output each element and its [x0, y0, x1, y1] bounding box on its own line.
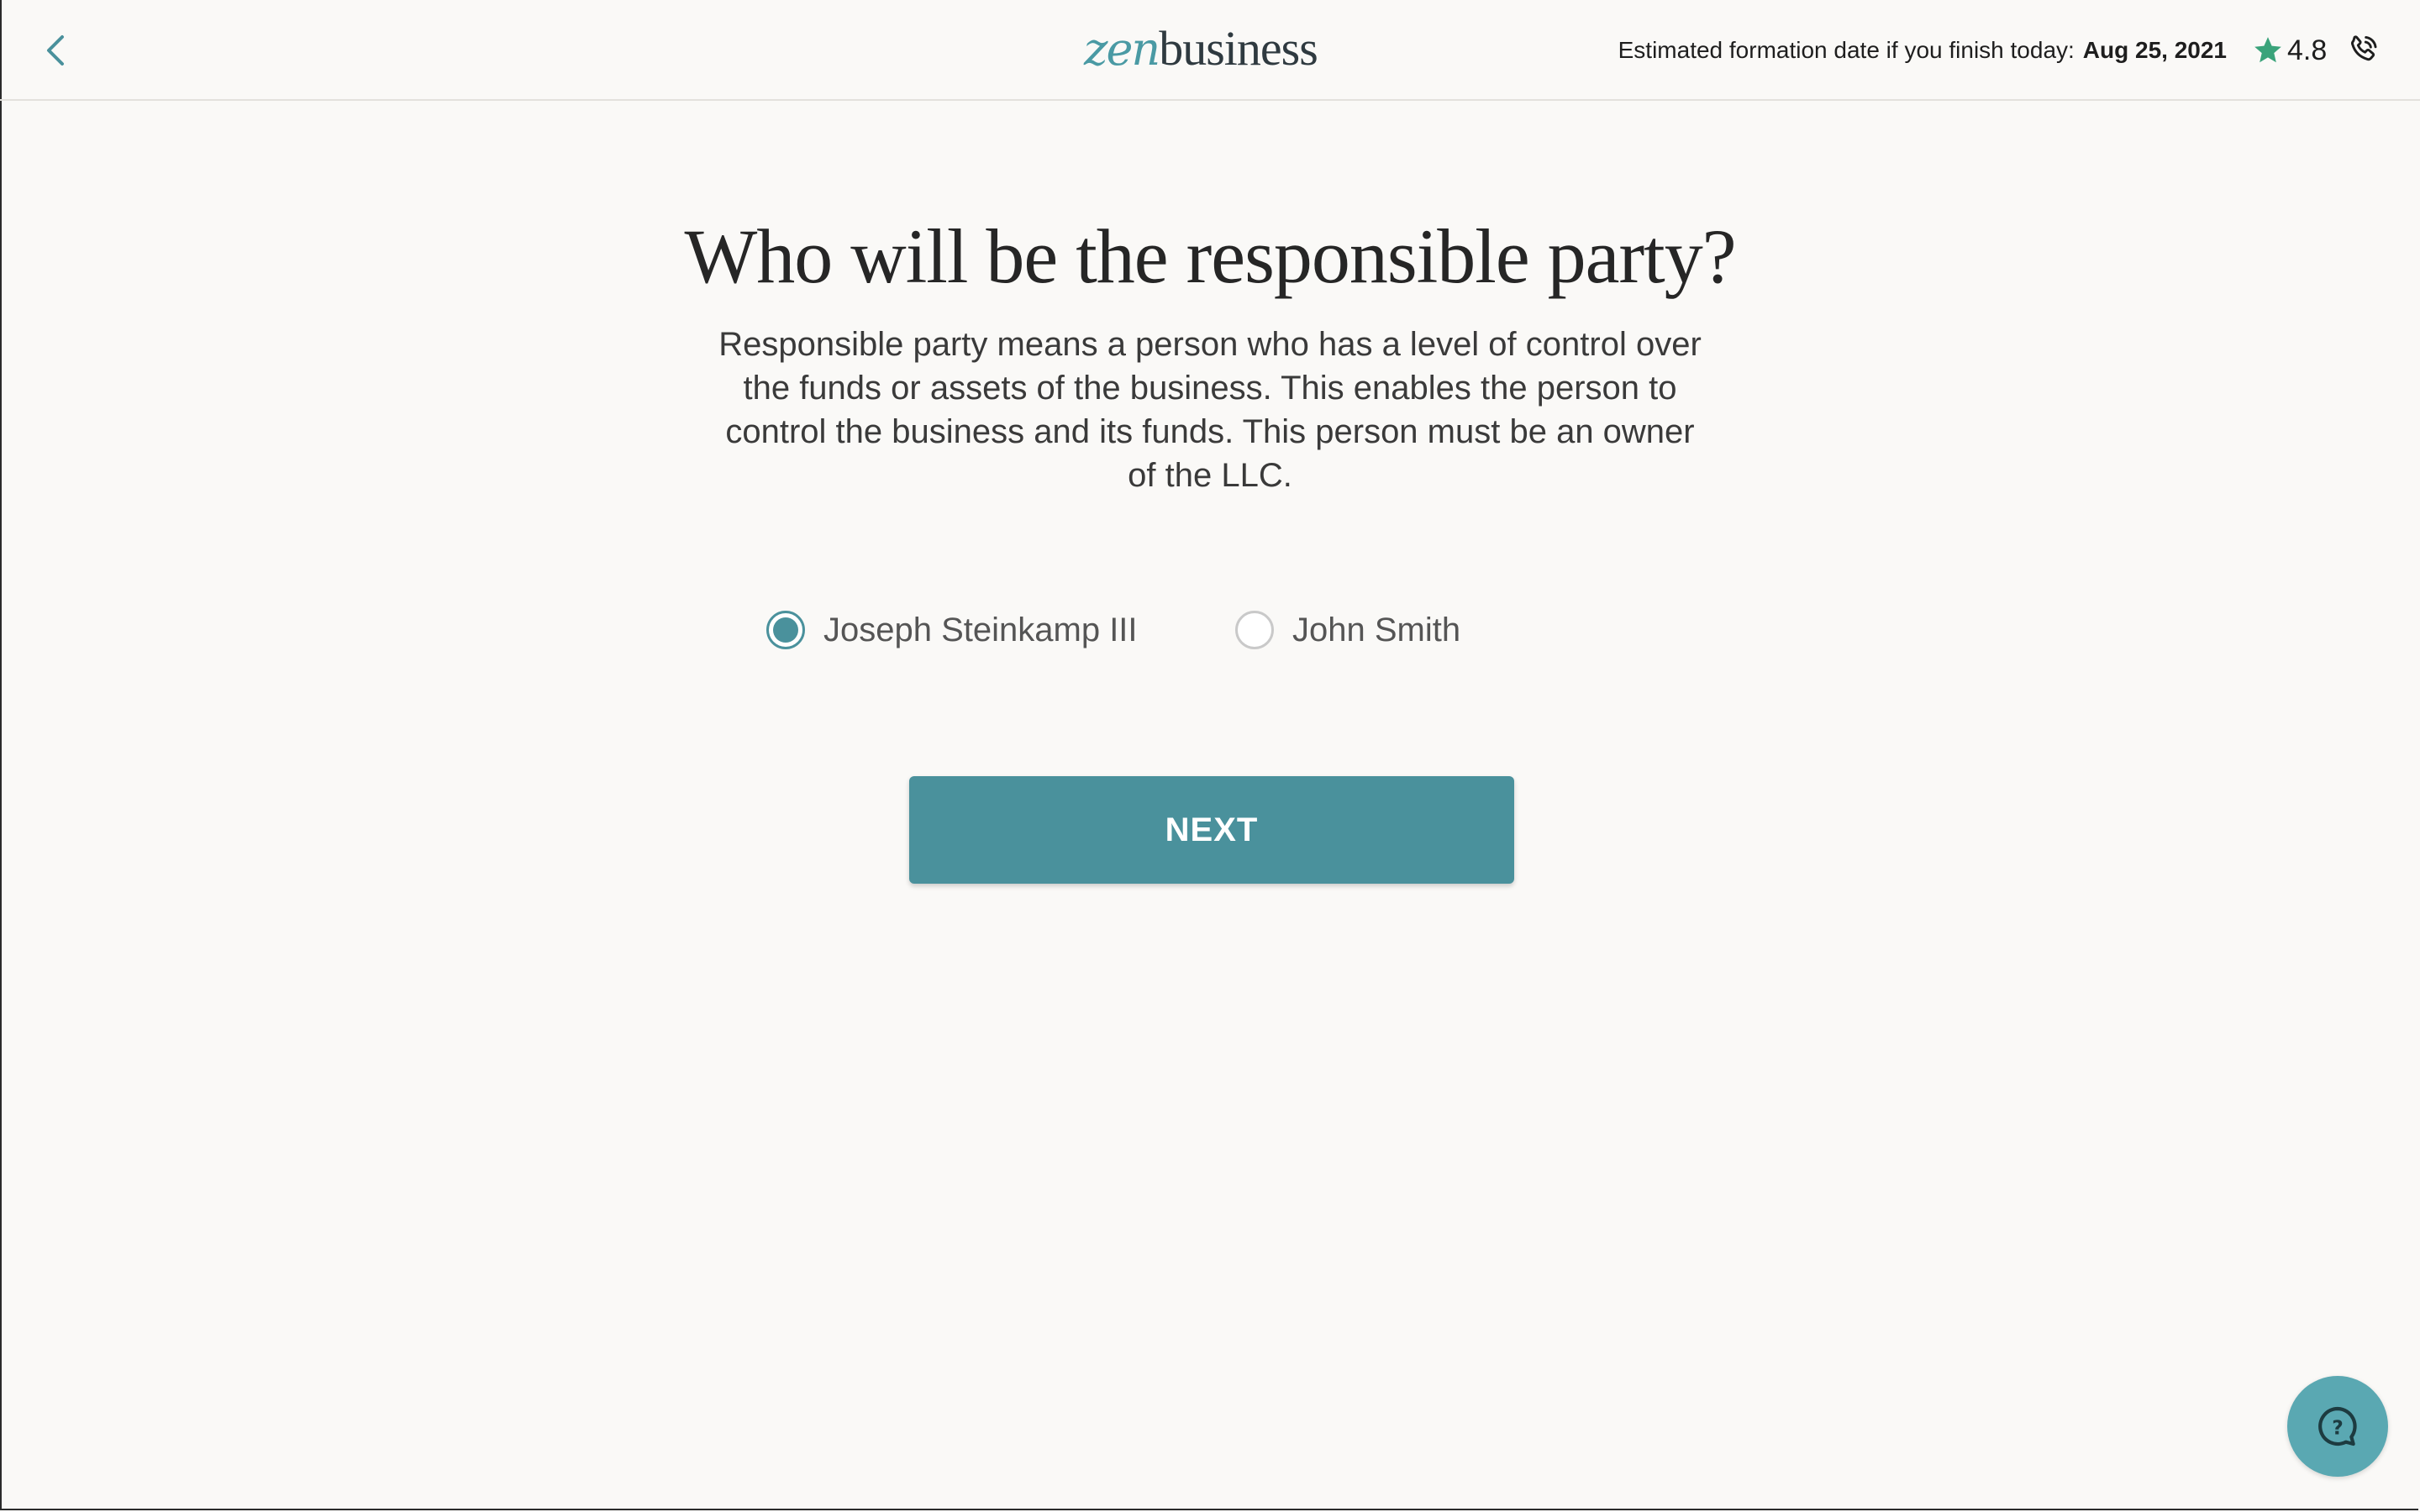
estimate-date: Aug 25, 2021 [2082, 37, 2227, 63]
star-icon [2254, 37, 2281, 63]
phone-icon [2351, 35, 2377, 61]
help-chat-button[interactable]: ? [2287, 1376, 2388, 1477]
zenbusiness-logo[interactable]: zen business [1084, 18, 1353, 79]
phone-button[interactable] [2344, 32, 2381, 69]
option-label: Joseph Steinkamp III [823, 611, 1138, 648]
radio-button-selected[interactable] [766, 611, 805, 649]
svg-text:?: ? [2332, 1415, 2344, 1439]
rating-value: 4.8 [2287, 34, 2328, 66]
next-button[interactable]: NEXT [909, 776, 1514, 884]
page-title: Who will be the responsible party? [684, 213, 1736, 299]
back-button[interactable] [39, 29, 72, 72]
rating: 4.8 [2252, 30, 2327, 71]
estimate-label: Estimated formation date if you finish t… [1618, 37, 2075, 63]
logo-zen: zen [1084, 23, 1160, 76]
page-description: Responsible party means a person who has… [718, 326, 1702, 494]
responsible-party-options: Joseph Steinkamp III John Smith [0, 605, 2420, 655]
option-joseph-steinkamp[interactable]: Joseph Steinkamp III [766, 605, 1138, 655]
radio-button[interactable] [1235, 611, 1274, 649]
top-header: zen business Estimated formation date if… [0, 0, 2420, 101]
option-john-smith[interactable]: John Smith [1235, 605, 1460, 655]
logo-business: business [1159, 21, 1318, 76]
chevron-left-icon [47, 35, 64, 66]
help-chat-icon: ? [2318, 1406, 2357, 1446]
option-label: John Smith [1292, 611, 1461, 648]
formation-estimate: Estimated formation date if you finish t… [1618, 32, 2227, 69]
